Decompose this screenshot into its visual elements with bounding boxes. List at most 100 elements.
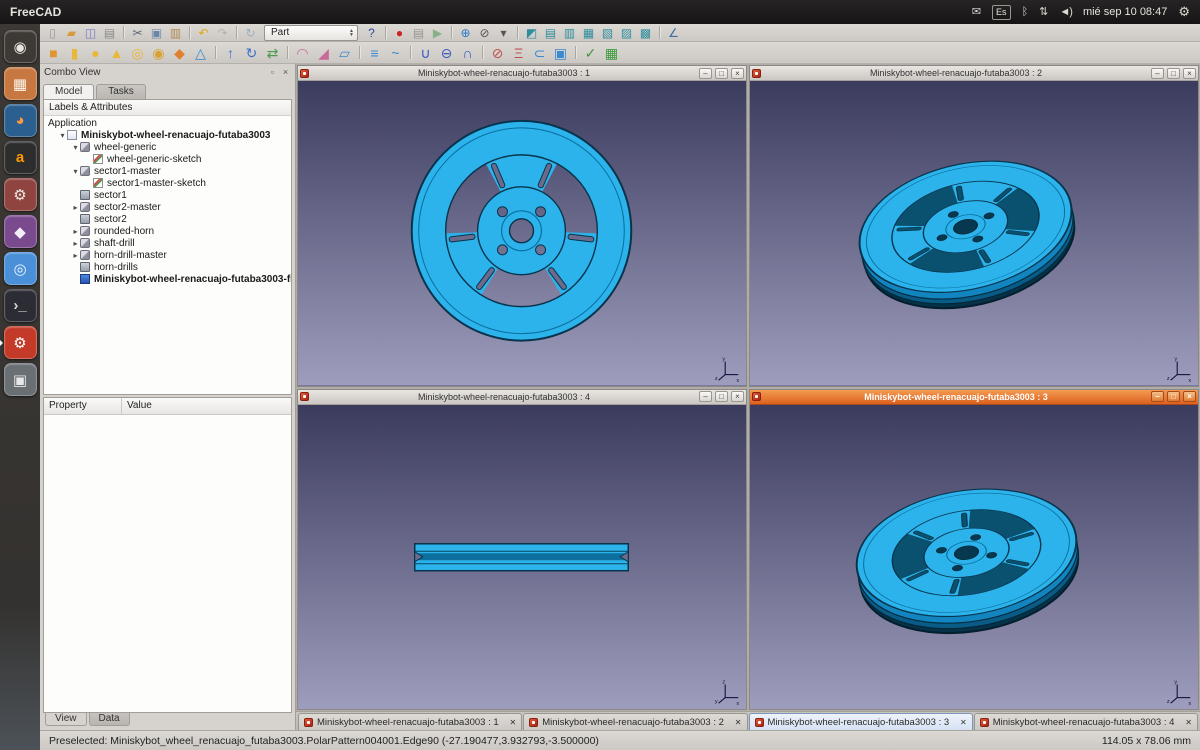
viewport-titlebar[interactable]: Miniskybot-wheel-renacuajo-futaba3003 : … [298,390,746,405]
separator[interactable] [656,25,663,41]
print-icon[interactable]: ▤ [101,25,118,41]
expander-icon[interactable] [71,203,80,212]
separator[interactable] [233,25,240,41]
separator[interactable] [514,25,521,41]
undock-panel-icon[interactable] [267,67,278,78]
minimize-button[interactable] [1151,68,1164,79]
close-tab-icon[interactable] [510,718,517,727]
tree-item[interactable]: sector1-master-sketch [44,177,291,189]
tree-item[interactable]: horn-drills [44,261,291,273]
mdi-tab[interactable]: Miniskybot-wheel-renacuajo-futaba3003 : … [974,713,1198,730]
tree-item[interactable]: Miniskybot-wheel-renacuajo-futaba3003 [44,129,291,141]
maximize-button[interactable] [1167,391,1180,402]
draw-style-icon[interactable]: ⊘ [476,25,493,41]
tab-model[interactable]: Model [43,84,94,99]
redo-icon[interactable]: ↷ [214,25,231,41]
tree-item[interactable]: Application [44,117,291,129]
maximize-button[interactable] [1167,68,1180,79]
torus-icon[interactable]: ◎ [128,43,147,62]
view-top-icon[interactable]: ▥ [561,25,578,41]
messages-indicator-icon[interactable] [972,7,981,18]
separator[interactable] [120,25,127,41]
expander-icon[interactable] [71,251,80,260]
tree-item[interactable]: shaft-drill [44,237,291,249]
sphere-icon[interactable]: ● [86,43,105,62]
fit-all-icon[interactable]: ⊕ [457,25,474,41]
viewport-titlebar[interactable]: Miniskybot-wheel-renacuajo-futaba3003 : … [750,66,1198,81]
dropdown-arrow-icon[interactable]: ▾ [495,25,512,41]
shape-builder-icon[interactable]: △ [191,43,210,62]
paste-icon[interactable]: ▥ [167,25,184,41]
mdi-tab[interactable]: Miniskybot-wheel-renacuajo-futaba3003 : … [523,713,747,730]
minimize-button[interactable] [1151,391,1164,402]
separator[interactable] [407,43,414,62]
viewport-titlebar[interactable]: Miniskybot-wheel-renacuajo-futaba3003 : … [750,390,1198,405]
view-front-icon[interactable]: ▤ [542,25,559,41]
expander-icon[interactable] [71,227,80,236]
undo-icon[interactable]: ↶ [195,25,212,41]
close-tab-icon[interactable] [1185,718,1192,727]
mdi-tab[interactable]: Miniskybot-wheel-renacuajo-futaba3003 : … [298,713,522,730]
wheel-object-side[interactable] [415,543,629,570]
separator[interactable] [356,43,363,62]
bluetooth-icon[interactable] [1022,7,1029,18]
macro-record-icon[interactable]: ● [391,25,408,41]
viewport-titlebar[interactable]: Miniskybot-wheel-renacuajo-futaba3003 : … [298,66,746,81]
macro-edit-icon[interactable]: ▤ [410,25,427,41]
tree-item[interactable]: wheel-generic [44,141,291,153]
offset-icon[interactable]: ⊂ [530,43,549,62]
tree-item[interactable]: Miniskybot-wheel-renacuajo-futaba3003-fi… [44,273,291,285]
tree-item[interactable]: wheel-generic-sketch [44,153,291,165]
view-right-icon[interactable]: ▦ [580,25,597,41]
system-settings[interactable]: ⚙ [4,178,37,211]
chamfer-icon[interactable]: ◢ [314,43,333,62]
session-menu-icon[interactable] [1178,5,1190,19]
dash-home[interactable]: ◉ [4,30,37,63]
boolean-cut-icon[interactable]: ⊖ [437,43,456,62]
viewport-3d-canvas[interactable]: z x y [298,405,746,710]
mirror-icon[interactable]: ⇄ [263,43,282,62]
tree-item[interactable]: horn-drill-master [44,249,291,261]
software-center[interactable]: ◆ [4,215,37,248]
minimize-button[interactable] [699,68,712,79]
box-icon[interactable]: ■ [44,43,63,62]
extrude-icon[interactable]: ↑ [221,43,240,62]
separator[interactable] [382,25,389,41]
freecad[interactable]: ⚙ [4,326,37,359]
separator[interactable] [572,43,579,62]
primitives-icon[interactable]: ◆ [170,43,189,62]
files[interactable]: ▦ [4,67,37,100]
volume-icon[interactable] [1059,7,1072,18]
terminal[interactable]: ›_ [4,289,37,322]
whats-this-icon[interactable]: ? [363,25,380,41]
fillet-icon[interactable]: ◠ [293,43,312,62]
workspace-app[interactable]: ▣ [4,363,37,396]
make-face-icon[interactable]: ▱ [335,43,354,62]
tree-item[interactable]: sector1 [44,189,291,201]
separator[interactable] [212,43,219,62]
measure-icon[interactable]: ∠ [665,25,682,41]
check-geometry-icon[interactable]: ✓ [581,43,600,62]
tree-item[interactable]: sector2-master [44,201,291,213]
close-panel-icon[interactable] [280,67,291,78]
firefox[interactable]: ◕ [4,104,37,137]
sweep-icon[interactable]: ~ [386,43,405,62]
workbench-dropdown-arrows-icon[interactable] [349,29,354,37]
boolean-icon[interactable]: ∪ [416,43,435,62]
tab-tasks[interactable]: Tasks [96,84,146,99]
cylinder-icon[interactable]: ▮ [65,43,84,62]
close-button[interactable] [731,68,744,79]
tab-data[interactable]: Data [89,713,130,726]
viewport-3d-canvas[interactable]: y x z [750,405,1198,710]
cross-sections-icon[interactable]: Ξ [509,43,528,62]
cone-icon[interactable]: ▲ [107,43,126,62]
wheel-object-front[interactable] [412,121,632,341]
save-icon[interactable]: ◫ [82,25,99,41]
expander-icon[interactable] [58,131,67,140]
amazon[interactable]: a [4,141,37,174]
keyboard-layout-indicator[interactable]: Es [992,5,1011,20]
mdi-tab[interactable]: Miniskybot-wheel-renacuajo-futaba3003 : … [749,713,973,730]
expander-icon[interactable] [71,167,80,176]
view-left-icon[interactable]: ▩ [637,25,654,41]
maximize-button[interactable] [715,68,728,79]
